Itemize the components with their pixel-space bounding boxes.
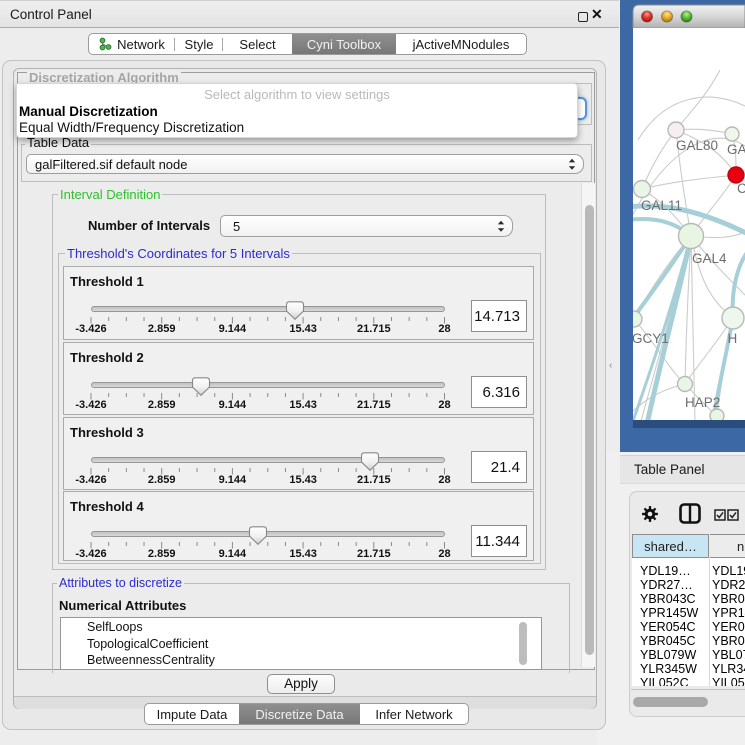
svg-text:GCY1: GCY1 (632, 331, 669, 346)
svg-text:GAL4: GAL4 (692, 251, 727, 266)
svg-text:H: H (728, 331, 738, 346)
svg-text:HAP2: HAP2 (685, 395, 720, 410)
svg-text:GAL80: GAL80 (676, 138, 718, 153)
svg-text:GAL11: GAL11 (641, 198, 682, 213)
svg-text:GA: GA (727, 142, 745, 157)
svg-text:C: C (737, 181, 745, 196)
